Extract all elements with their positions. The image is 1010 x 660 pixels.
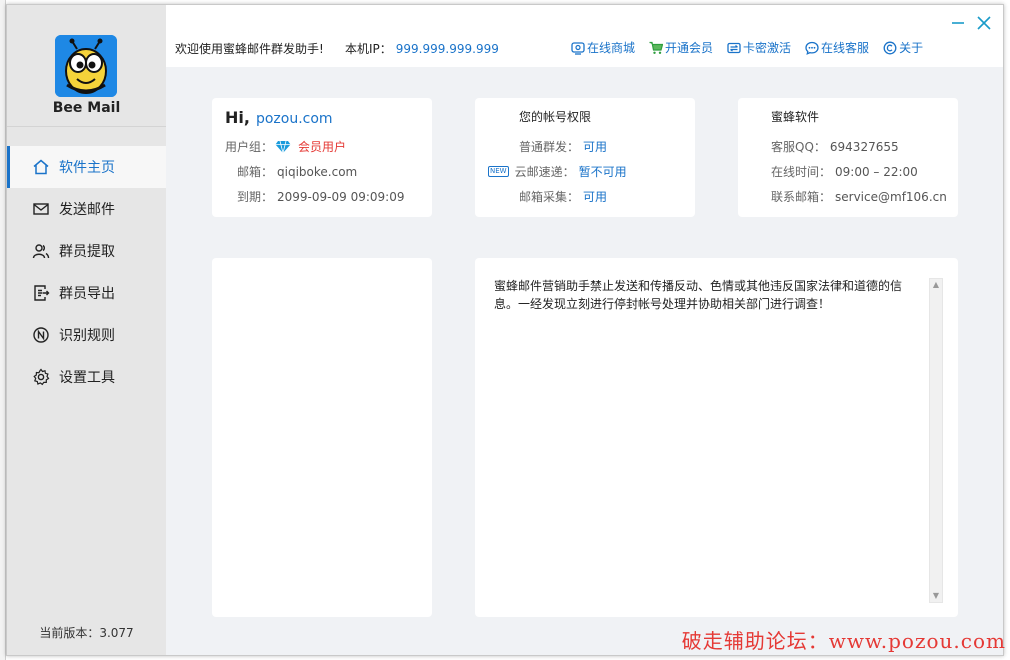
email-value: qiqiboke.com <box>277 164 358 179</box>
notice-text: 蜜蜂邮件营销助手禁止发送和传播反动、色情或其他违反国家法律和道德的信息。一经发现… <box>494 279 903 311</box>
top-bar: 欢迎使用蜜蜂邮件群发助手! 本机IP： 999.999.999.999 在线商城 … <box>166 5 1003 67</box>
info-row: 在线时间： 09:00 – 22:00 <box>771 163 918 180</box>
new-badge: NEW <box>488 166 509 177</box>
nav-item-rules[interactable]: 识别规则 <box>7 314 166 356</box>
rule-icon <box>33 327 49 343</box>
perm-row: 邮箱采集： 可用 <box>519 188 607 205</box>
link-label: 关于 <box>899 41 924 55</box>
link-online-shop[interactable]: 在线商城 <box>571 39 635 56</box>
greeting: Hi, pozou.com <box>225 108 333 127</box>
nav-item-label: 识别规则 <box>59 328 115 344</box>
sidebar-divider <box>7 126 166 127</box>
user-group-label: 用户组： <box>225 140 274 154</box>
ip-value: 999.999.999.999 <box>395 42 499 56</box>
nav-item-label: 设置工具 <box>59 370 115 386</box>
gear-icon <box>33 368 50 386</box>
info-label: 在线时间： <box>771 165 832 179</box>
ip-info: 本机IP： 999.999.999.999 <box>345 40 499 57</box>
ip-label: 本机IP： <box>345 42 392 56</box>
expire-row: 到期： 2099-09-09 09:09:09 <box>237 188 404 205</box>
user-group-value: 会员用户 <box>298 140 347 154</box>
info-value: 694327655 <box>829 139 899 154</box>
users-icon <box>32 244 50 259</box>
export-icon <box>34 285 50 301</box>
main-area: 欢迎使用蜜蜂邮件群发助手! 本机IP： 999.999.999.999 在线商城 … <box>166 5 1003 655</box>
notice-panel: 蜜蜂邮件营销助手禁止发送和传播反动、色情或其他违反国家法律和道德的信息。一经发现… <box>475 258 958 617</box>
expire-label: 到期： <box>237 190 274 204</box>
perm-value: 暂不可用 <box>578 165 627 179</box>
nav-item-label: 发送邮件 <box>59 202 115 218</box>
link-label: 卡密激活 <box>743 41 792 55</box>
info-row: 联系邮箱： service@mf106.cn <box>771 188 947 205</box>
link-vip[interactable]: 开通会员 <box>649 39 713 56</box>
link-about[interactable]: 关于 <box>883 39 923 56</box>
scroll-up-icon[interactable]: ▲ <box>930 279 942 291</box>
notice-scrollbar[interactable]: ▲ ▼ <box>929 278 943 603</box>
sidebar-nav: 软件主页 发送邮件 群员提取 群员导出 识别规则 设置工具 <box>7 146 166 398</box>
info-label: 客服QQ： <box>771 140 826 154</box>
perm-row: NEW 云邮速递： 暂不可用 <box>488 163 627 180</box>
nav-item-home[interactable]: 软件主页 <box>7 146 166 188</box>
permissions-title: 您的帐号权限 <box>519 110 592 124</box>
copyright-icon <box>883 41 897 54</box>
link-label: 在线客服 <box>821 41 870 55</box>
info-value: 09:00 – 22:00 <box>835 164 918 179</box>
cart-icon <box>649 41 664 54</box>
top-links: 在线商城 开通会员 卡密激活 在线客服 关于 <box>571 39 937 56</box>
link-card-activate[interactable]: 卡密激活 <box>727 39 791 56</box>
info-label: 联系邮箱： <box>771 190 832 204</box>
email-label: 邮箱： <box>237 165 274 179</box>
welcome-text: 欢迎使用蜜蜂邮件群发助手! <box>175 42 324 56</box>
perm-value: 可用 <box>583 140 608 154</box>
card-icon <box>727 42 741 53</box>
user-card: Hi, pozou.com 用户组： 会员用户 邮箱： qiqiboke.com … <box>212 98 432 217</box>
nav-item-label: 软件主页 <box>59 160 115 176</box>
bee-logo-icon <box>55 35 117 97</box>
nav-item-send-mail[interactable]: 发送邮件 <box>7 188 166 230</box>
version-label: 当前版本：3.077 <box>39 626 134 640</box>
bee-logo <box>55 35 117 97</box>
info-row: 客服QQ： 694327655 <box>771 138 899 155</box>
email-row: 邮箱： qiqiboke.com <box>237 163 357 180</box>
user-group-row: 用户组： 会员用户 <box>225 138 346 155</box>
expire-value: 2099-09-09 09:09:09 <box>277 189 405 204</box>
permissions-card: 您的帐号权限 普通群发： 可用 NEW 云邮速递： 暂不可用 邮箱采集： 可用 <box>475 98 695 217</box>
nav-item-settings[interactable]: 设置工具 <box>7 356 166 398</box>
perm-label: 邮箱采集： <box>519 190 580 204</box>
mail-icon <box>33 203 49 215</box>
blank-panel <box>212 258 432 617</box>
link-online-service[interactable]: 在线客服 <box>805 39 869 56</box>
perm-label: 云邮速递： <box>514 165 575 179</box>
sidebar: Bee Mail 软件主页 发送邮件 群员提取 群员导出 识别规则 设置工具 当… <box>7 5 166 655</box>
scroll-down-icon[interactable]: ▼ <box>930 590 942 602</box>
diamond-icon <box>275 140 291 153</box>
link-label: 开通会员 <box>665 41 714 55</box>
watermark-text: 破走辅助论坛：www.pozou.com <box>681 629 1006 653</box>
username: pozou.com <box>255 111 333 127</box>
app-name: Bee Mail <box>52 100 121 116</box>
app-window: Bee Mail 软件主页 发送邮件 群员提取 群员导出 识别规则 设置工具 当… <box>6 4 1004 656</box>
home-icon <box>33 159 49 175</box>
perm-row: 普通群发： 可用 <box>519 138 607 155</box>
shop-icon <box>571 41 585 55</box>
chat-icon <box>805 41 819 55</box>
link-label: 在线商城 <box>587 41 636 55</box>
perm-label: 普通群发： <box>519 140 580 154</box>
perm-value: 可用 <box>583 190 608 204</box>
minimize-icon[interactable] <box>948 13 968 33</box>
nav-item-label: 群员提取 <box>59 244 115 260</box>
nav-item-label: 群员导出 <box>59 286 115 302</box>
nav-item-extract-members[interactable]: 群员提取 <box>7 230 166 272</box>
greeting-text: Hi, <box>225 108 250 127</box>
info-value: service@mf106.cn <box>835 189 947 204</box>
close-icon[interactable] <box>974 13 994 33</box>
nav-item-export-members[interactable]: 群员导出 <box>7 272 166 314</box>
software-info-title: 蜜蜂软件 <box>771 110 820 124</box>
software-info-card: 蜜蜂软件 客服QQ： 694327655 在线时间： 09:00 – 22:00… <box>738 98 958 217</box>
